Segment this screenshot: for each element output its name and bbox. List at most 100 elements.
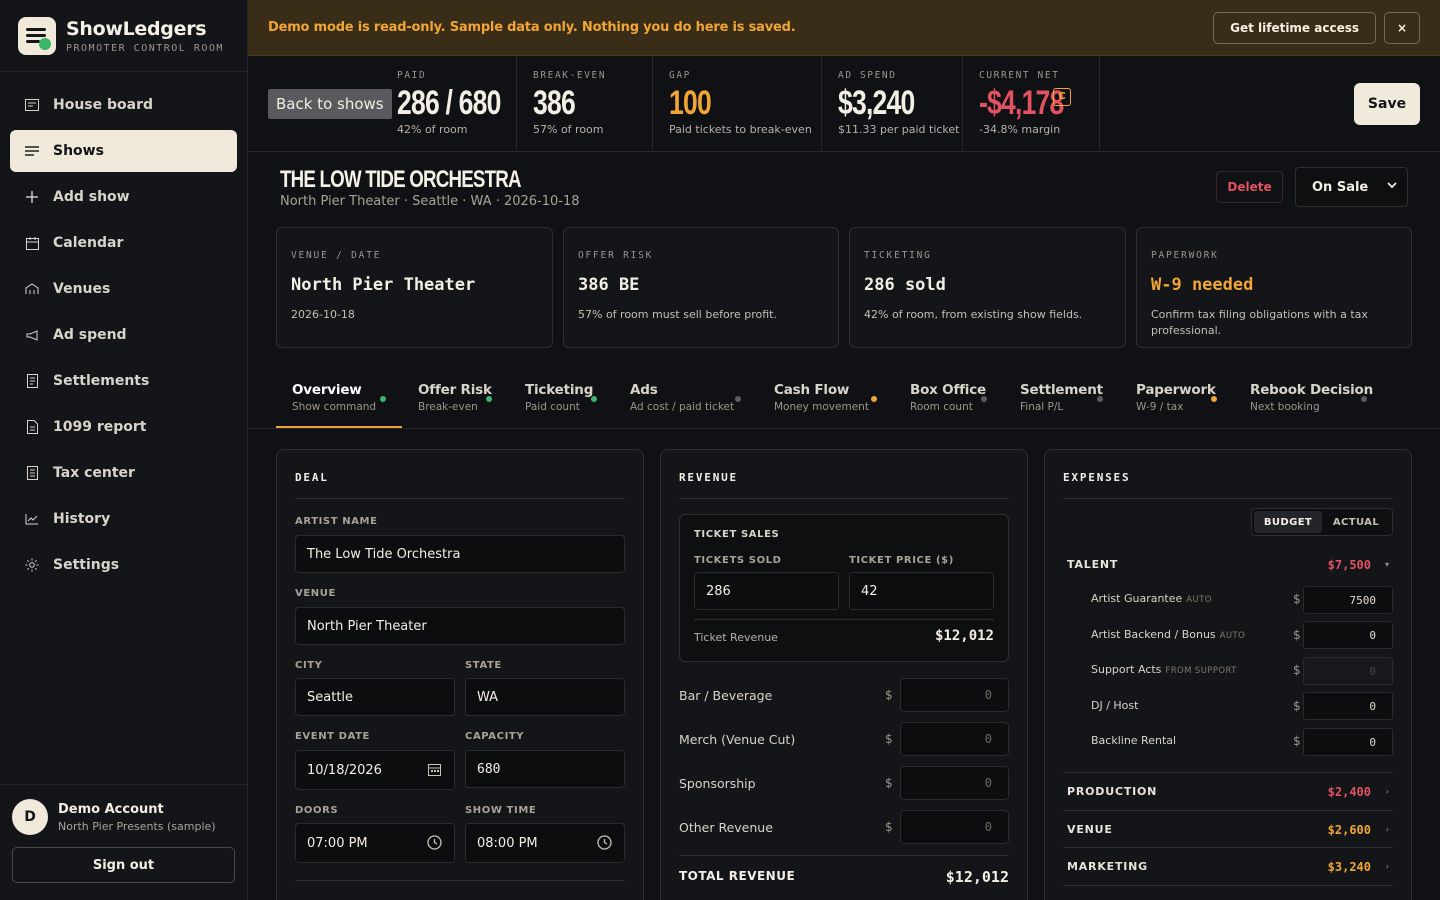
close-banner-button[interactable]: × (1384, 12, 1420, 44)
support-acts-input: 0 (1303, 657, 1393, 685)
sidebar-item-label: Tax center (53, 465, 135, 481)
sidebar-item-history[interactable]: History (10, 498, 237, 540)
brand-name: ShowLedgers (66, 17, 207, 40)
sidebar-item-shows[interactable]: Shows (10, 130, 237, 172)
tickets-sold-input[interactable]: 286 (694, 572, 839, 610)
sidebar-item-venues[interactable]: Venues (10, 268, 237, 310)
sidebar-item-ad-spend[interactable]: Ad spend (10, 314, 237, 356)
backline-rental-input[interactable]: 0 (1303, 728, 1393, 756)
talent-total: $7,500 (1327, 558, 1371, 572)
ledger-icon (24, 465, 40, 481)
tab-rebook-decision[interactable]: Rebook Decision Next booking (1234, 382, 1373, 428)
sidebar-item-label: Ad spend (53, 327, 127, 343)
section-tabs: Overview Show command Offer Risk Break-e… (248, 372, 1440, 429)
doors-time-input[interactable]: 07:00 PM (295, 823, 455, 863)
chevron-down-icon[interactable]: ▾ (1385, 560, 1389, 569)
tab-ads[interactable]: Ads Ad cost / paid ticket (614, 382, 734, 428)
sponsorship-input[interactable]: 0 (900, 766, 1009, 800)
tab-offer-risk[interactable]: Offer Risk Break-even (402, 382, 492, 428)
status-select[interactable]: On Sale (1295, 167, 1408, 207)
save-button[interactable]: Save (1354, 83, 1420, 125)
tab-status-dot (1361, 396, 1367, 402)
get-lifetime-access-button[interactable]: Get lifetime access (1213, 12, 1376, 44)
document-icon (24, 419, 40, 435)
show-time-input[interactable]: 08:00 PM (465, 823, 625, 863)
tab-status-dot (981, 396, 987, 402)
artist-name-input[interactable]: The Low Tide Orchestra (295, 535, 625, 573)
calendar-icon[interactable] (426, 761, 442, 777)
expenses-panel: EXPENSES BUDGET ACTUAL TALENT $7,500 ▾ A… (1044, 449, 1412, 900)
chevron-right-icon[interactable]: › (1386, 787, 1389, 796)
capacity-input[interactable]: 680 (465, 750, 625, 788)
ticket-price-input[interactable]: 42 (849, 572, 994, 610)
tab-settlement[interactable]: Settlement Final P/L (1004, 382, 1103, 428)
sidebar-item-house-board[interactable]: House board (10, 84, 237, 126)
chevron-right-icon[interactable]: › (1386, 862, 1389, 871)
venue-input[interactable]: North Pier Theater (295, 607, 625, 645)
tab-cash-flow[interactable]: Cash Flow Money movement (758, 382, 869, 428)
sidebar-item-label: Venues (53, 281, 111, 297)
ticket-revenue-label: Ticket Revenue (694, 631, 778, 644)
tab-status-dot (735, 396, 741, 402)
card-paperwork: PAPERWORK W-9 needed Confirm tax filing … (1136, 227, 1412, 348)
tab-box-office[interactable]: Box Office Room count (894, 382, 986, 428)
back-to-shows-button[interactable]: Back to shows (268, 89, 392, 119)
calendar-icon (24, 235, 40, 251)
chevron-down-icon (1387, 180, 1397, 193)
sidebar-item-calendar[interactable]: Calendar (10, 222, 237, 264)
expense-category-talent[interactable]: TALENT (1067, 558, 1118, 571)
artist-guarantee-input[interactable]: 7500 (1303, 586, 1393, 614)
sidebar-item-label: Calendar (53, 235, 124, 251)
artist-backend-input[interactable]: 0 (1303, 621, 1393, 649)
state-input[interactable]: WA (465, 678, 625, 716)
tab-status-dot (1211, 396, 1217, 402)
account-panel: D Demo Account North Pier Presents (samp… (0, 784, 247, 900)
clock-icon[interactable] (426, 834, 442, 850)
tab-status-dot (380, 396, 386, 402)
avatar[interactable]: D (12, 799, 48, 835)
stats-bar: Back to shows PAID 286 / 680 42% of room… (248, 56, 1440, 152)
marketing-total: $3,240 (1327, 860, 1371, 874)
tab-ticketing[interactable]: Ticketing Paid count (509, 382, 593, 428)
dj-host-input[interactable]: 0 (1303, 692, 1393, 720)
sidebar-item-label: Settings (53, 557, 120, 573)
sidebar-item-label: Shows (53, 143, 104, 159)
tab-paperwork[interactable]: Paperwork W-9 / tax (1120, 382, 1216, 428)
bar-beverage-input[interactable]: 0 (900, 678, 1009, 712)
sign-out-button[interactable]: Sign out (12, 847, 235, 883)
expense-category-venue[interactable]: VENUE (1067, 823, 1113, 836)
event-date-input[interactable]: 10/18/2026 (295, 750, 455, 790)
sidebar-item-settings[interactable]: Settings (10, 544, 237, 586)
sidebar-item-label: Add show (53, 189, 130, 205)
expense-category-production[interactable]: PRODUCTION (1067, 785, 1157, 798)
delete-button[interactable]: Delete (1216, 171, 1283, 203)
other-revenue-input[interactable]: 0 (900, 810, 1009, 844)
revenue-panel: REVENUE TICKET SALES TICKETS SOLD 286 TI… (660, 449, 1028, 900)
sidebar-item-tax-center[interactable]: Tax center (10, 452, 237, 494)
tab-status-dot (591, 396, 597, 402)
budget-toggle-button[interactable]: BUDGET (1254, 511, 1322, 533)
actual-toggle-button[interactable]: ACTUAL (1322, 511, 1390, 533)
city-input[interactable]: Seattle (295, 678, 455, 716)
card-offer-risk: OFFER RISK 386 BE 57% of room must sell … (563, 227, 839, 348)
chevron-right-icon[interactable]: › (1386, 825, 1389, 834)
merch-input[interactable]: 0 (900, 722, 1009, 756)
brand[interactable]: ShowLedgers PROMOTER CONTROL ROOM (0, 0, 247, 72)
sidebar-item-settlements[interactable]: Settlements (10, 360, 237, 402)
sidebar-item-label: Settlements (53, 373, 150, 389)
sidebar-item-1099-report[interactable]: 1099 report (10, 406, 237, 448)
sidebar-item-add-show[interactable]: Add show (10, 176, 237, 218)
show-subtitle: North Pier Theater · Seattle · WA · 2026… (280, 194, 580, 209)
stat-gap: GAP 100 Paid tickets to break-even (653, 56, 822, 150)
tab-status-dot (871, 396, 877, 402)
venue-icon (24, 281, 40, 297)
stat-ad-spend: AD SPEND $3,240 $11.33 per paid ticket (822, 56, 963, 150)
sidebar-item-label: 1099 report (53, 419, 147, 435)
sidebar: ShowLedgers PROMOTER CONTROL ROOM House … (0, 0, 248, 900)
sidebar-nav: House board Shows Add show Calendar Venu… (0, 72, 247, 602)
tab-overview[interactable]: Overview Show command (276, 382, 376, 428)
expense-category-marketing[interactable]: MARKETING (1067, 860, 1148, 873)
card-venue-date: VENUE / DATE North Pier Theater 2026-10-… (276, 227, 553, 348)
clock-icon[interactable] (596, 834, 612, 850)
expenses-title: EXPENSES (1063, 471, 1131, 484)
